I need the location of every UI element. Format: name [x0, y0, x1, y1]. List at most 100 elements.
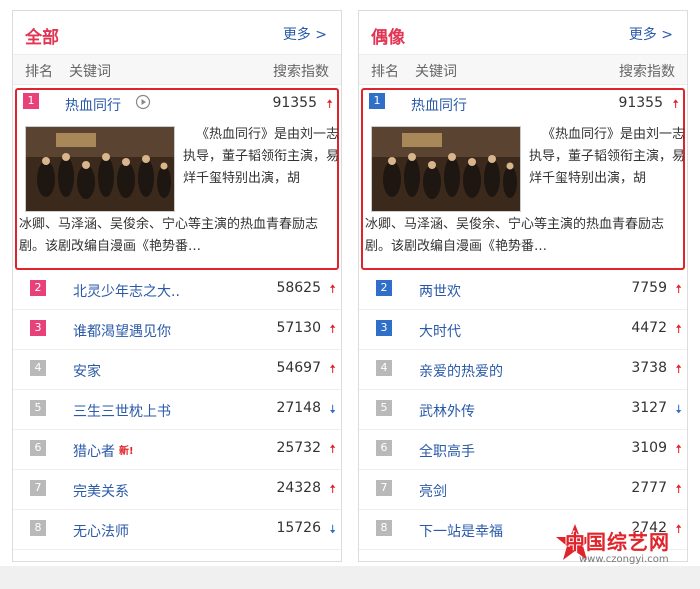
watermark-url: www.czongyi.com: [579, 554, 669, 565]
keyword-link[interactable]: 完美关系: [73, 481, 129, 501]
search-index-value: 54697: [276, 360, 321, 376]
rank-badge: 6: [376, 440, 392, 456]
keyword-link[interactable]: 大时代: [419, 321, 461, 341]
rank-badge: 7: [30, 480, 46, 496]
more-link[interactable]: 更多 >: [629, 24, 673, 44]
trend-down-icon: 🠇: [329, 402, 336, 416]
ranking-panel-idol: 偶像 更多 > 排名 关键词 搜索指数 1 热血同行 91355 🠅 《热血同行…: [358, 10, 688, 562]
trend-down-icon: 🠇: [329, 522, 336, 536]
keyword-link[interactable]: 热血同行: [65, 95, 121, 115]
search-index-value: 58625: [276, 280, 321, 296]
search-index-value: 57130: [276, 320, 321, 336]
rank-badge: 1: [23, 93, 39, 109]
ranking-row[interactable]: 8 无心法师 15726 🠇: [13, 510, 341, 550]
panel-header: 全部 更多 >: [13, 11, 341, 55]
ranking-list: 2 两世欢 7759 🠅 3 大时代 4472 🠅 4 亲爱的热爱的 3738 …: [359, 270, 687, 550]
search-index-value: 3109: [631, 440, 667, 456]
column-index-label: 搜索指数: [619, 64, 675, 80]
trend-down-icon: 🠇: [675, 402, 682, 416]
featured-item[interactable]: 1 热血同行 91355 🠅 《热血同行》是由刘一志执导，董子韬领衔主演，易烊千…: [15, 88, 339, 270]
watermark-name: 中国综艺网: [565, 530, 670, 554]
panel-header: 偶像 更多 >: [359, 11, 687, 55]
ranking-row[interactable]: 2 两世欢 7759 🠅: [359, 270, 687, 310]
column-rank-label: 排名: [371, 64, 399, 80]
rank-badge: 5: [30, 400, 46, 416]
column-keyword-label: 关键词: [69, 64, 111, 80]
ranking-row[interactable]: 7 亮剑 2777 🠅: [359, 470, 687, 510]
keyword-link[interactable]: 全职高手: [419, 441, 475, 461]
ranking-row[interactable]: 5 武林外传 3127 🠇: [359, 390, 687, 430]
site-watermark-logo: 中国综艺网 www.czongyi.com: [545, 522, 700, 572]
ranking-row[interactable]: 2 北灵少年志之大.. 58625 🠅: [13, 270, 341, 310]
rank-badge: 2: [30, 280, 46, 296]
trend-up-icon: 🠅: [329, 482, 336, 496]
drama-description-part2: 冰卿、马泽涵、吴俊余、宁心等主演的热血青春励志剧。该剧改编自漫画《艳势番…: [365, 217, 665, 254]
trend-up-icon: 🠅: [326, 97, 333, 111]
rank-badge: 2: [376, 280, 392, 296]
search-index-value: 4472: [631, 320, 667, 336]
trend-up-icon: 🠅: [329, 282, 336, 296]
keyword-link[interactable]: 猎心者 新!: [73, 441, 134, 461]
search-index-value: 25732: [276, 440, 321, 456]
search-index-value: 2777: [631, 480, 667, 496]
ranking-row[interactable]: 4 亲爱的热爱的 3738 🠅: [359, 350, 687, 390]
column-keyword-label: 关键词: [415, 64, 457, 80]
ranking-row[interactable]: 6 全职高手 3109 🠅: [359, 430, 687, 470]
rank-badge: 8: [30, 520, 46, 536]
column-index-label: 搜索指数: [273, 64, 329, 80]
keyword-link[interactable]: 谁都渴望遇见你: [73, 321, 171, 341]
search-index-value: 91355: [272, 95, 317, 111]
column-rank-label: 排名: [25, 64, 53, 80]
keyword-link[interactable]: 三生三世枕上书: [73, 401, 171, 421]
ranking-row[interactable]: 3 谁都渴望遇见你 57130 🠅: [13, 310, 341, 350]
ranking-row[interactable]: 5 三生三世枕上书 27148 🠇: [13, 390, 341, 430]
search-index-value: 24328: [276, 480, 321, 496]
more-link[interactable]: 更多 >: [283, 24, 327, 44]
ranking-panel-all: 全部 更多 > 排名 关键词 搜索指数 1 热血同行 91355 🠅 《热血同行…: [12, 10, 342, 562]
rank-badge: 7: [376, 480, 392, 496]
featured-item[interactable]: 1 热血同行 91355 🠅 《热血同行》是由刘一志执导，董子韬领衔主演，易烊千…: [361, 88, 685, 270]
ranking-row[interactable]: 3 大时代 4472 🠅: [359, 310, 687, 350]
keyword-link[interactable]: 热血同行: [411, 95, 467, 115]
keyword-link[interactable]: 无心法师: [73, 521, 129, 541]
keyword-link[interactable]: 两世欢: [419, 281, 461, 301]
new-tag: 新!: [119, 446, 134, 457]
search-index-value: 3127: [631, 400, 667, 416]
panel-title: 偶像: [371, 28, 405, 48]
panel-title: 全部: [25, 28, 59, 48]
search-index-value: 7759: [631, 280, 667, 296]
keyword-link[interactable]: 亲爱的热爱的: [419, 361, 503, 381]
drama-poster-thumbnail[interactable]: [371, 126, 521, 212]
keyword-link[interactable]: 亮剑: [419, 481, 447, 501]
ranking-list: 2 北灵少年志之大.. 58625 🠅 3 谁都渴望遇见你 57130 🠅 4 …: [13, 270, 341, 550]
rank-badge: 3: [30, 320, 46, 336]
rank-badge: 4: [30, 360, 46, 376]
rank-badge: 5: [376, 400, 392, 416]
play-icon[interactable]: [135, 94, 151, 114]
keyword-link[interactable]: 下一站是幸福: [419, 521, 503, 541]
rank-badge: 4: [376, 360, 392, 376]
rank-badge: 1: [369, 93, 385, 109]
drama-poster-thumbnail[interactable]: [25, 126, 175, 212]
column-header: 排名 关键词 搜索指数: [13, 55, 341, 85]
trend-up-icon: 🠅: [675, 322, 682, 336]
trend-up-icon: 🠅: [675, 362, 682, 376]
ranking-row[interactable]: 4 安家 54697 🠅: [13, 350, 341, 390]
rank-badge: 6: [30, 440, 46, 456]
trend-up-icon: 🠅: [675, 482, 682, 496]
keyword-link[interactable]: 安家: [73, 361, 101, 381]
trend-up-icon: 🠅: [675, 442, 682, 456]
search-index-value: 3738: [631, 360, 667, 376]
rank-badge: 3: [376, 320, 392, 336]
ranking-row[interactable]: 6 猎心者 新! 25732 🠅: [13, 430, 341, 470]
trend-up-icon: 🠅: [329, 322, 336, 336]
rank-badge: 8: [376, 520, 392, 536]
column-header: 排名 关键词 搜索指数: [359, 55, 687, 85]
drama-description-part2: 冰卿、马泽涵、吴俊余、宁心等主演的热血青春励志剧。该剧改编自漫画《艳势番…: [19, 217, 319, 254]
keyword-link[interactable]: 北灵少年志之大..: [73, 281, 180, 301]
keyword-link[interactable]: 武林外传: [419, 401, 475, 421]
search-index-value: 91355: [618, 95, 663, 111]
trend-up-icon: 🠅: [675, 282, 682, 296]
search-index-value: 15726: [276, 520, 321, 536]
ranking-row[interactable]: 7 完美关系 24328 🠅: [13, 470, 341, 510]
